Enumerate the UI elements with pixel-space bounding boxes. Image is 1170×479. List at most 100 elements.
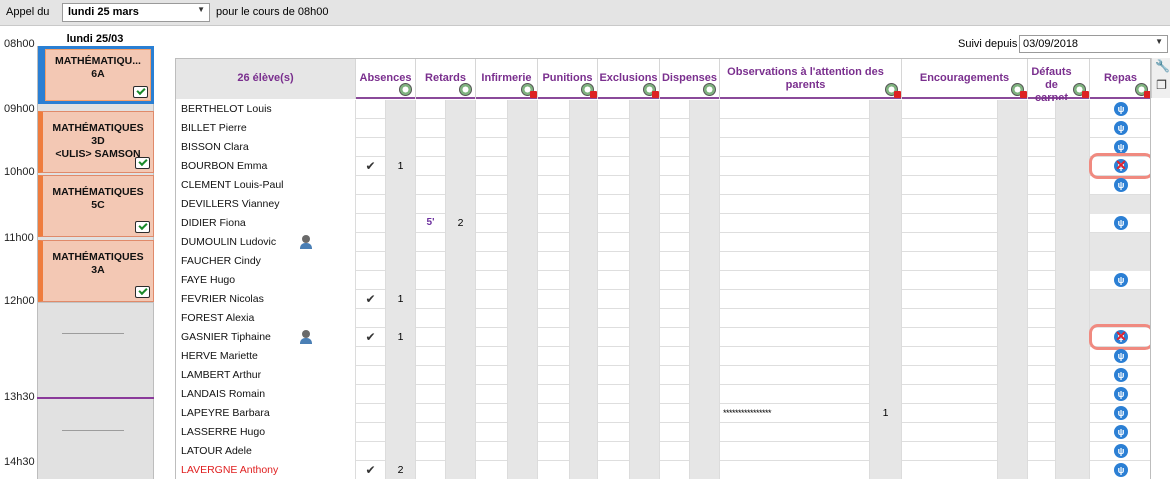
cell-dis1[interactable]	[660, 442, 690, 461]
cell-dis2[interactable]	[690, 271, 720, 290]
cell-obs1[interactable]	[720, 461, 870, 479]
cell-dis2[interactable]	[690, 157, 720, 176]
cell-dis2[interactable]	[690, 442, 720, 461]
course-card[interactable]: MATHÉMATIQU... 6A	[38, 46, 154, 104]
cell-def1[interactable]	[1028, 195, 1056, 214]
cell-ret1[interactable]	[416, 385, 446, 404]
cell-obs1[interactable]	[720, 195, 870, 214]
column-header-dispenses[interactable]: Dispenses	[660, 59, 720, 99]
cell-obs2[interactable]	[870, 138, 902, 157]
cell-def2[interactable]	[1056, 461, 1090, 479]
cell-dis1[interactable]	[660, 347, 690, 366]
cell-dis1[interactable]	[660, 195, 690, 214]
cell-enc2[interactable]	[998, 442, 1028, 461]
student-row[interactable]: LATOUR Adele ψ	[176, 442, 1150, 461]
cell-obs1[interactable]	[720, 442, 870, 461]
cell-abs1[interactable]	[356, 385, 386, 404]
cell-obs2[interactable]	[870, 233, 902, 252]
cell-pun1[interactable]	[538, 366, 570, 385]
cell-inf2[interactable]	[508, 138, 538, 157]
cell-enc1[interactable]	[902, 100, 998, 119]
meal-icon[interactable]: ψ	[1114, 349, 1128, 363]
cell-dis1[interactable]	[660, 385, 690, 404]
cell-def1[interactable]	[1028, 442, 1056, 461]
cell-rep[interactable]	[1090, 252, 1150, 271]
globe-icon[interactable]	[703, 83, 716, 96]
globe-icon[interactable]	[1135, 83, 1150, 98]
cell-abs1[interactable]	[356, 252, 386, 271]
cell-inf1[interactable]	[476, 404, 508, 423]
cell-obs1[interactable]	[720, 385, 870, 404]
cell-inf2[interactable]	[508, 290, 538, 309]
cell-obs2[interactable]	[870, 347, 902, 366]
cell-def2[interactable]	[1056, 100, 1090, 119]
cell-dis1[interactable]	[660, 271, 690, 290]
cell-obs2[interactable]	[870, 195, 902, 214]
cell-enc2[interactable]	[998, 176, 1028, 195]
cell-pun2[interactable]	[570, 271, 598, 290]
student-row[interactable]: FEVRIER Nicolas ✔ 1	[176, 290, 1150, 309]
cell-inf1[interactable]	[476, 290, 508, 309]
cell-inf1[interactable]	[476, 195, 508, 214]
cell-obs2[interactable]	[870, 214, 902, 233]
cell-pun1[interactable]	[538, 252, 570, 271]
cell-abs1[interactable]	[356, 214, 386, 233]
cell-inf2[interactable]	[508, 309, 538, 328]
cell-abs2[interactable]	[386, 347, 416, 366]
meal-icon[interactable]: ψ	[1114, 425, 1128, 439]
cell-pun1[interactable]	[538, 423, 570, 442]
cell-enc2[interactable]	[998, 195, 1028, 214]
cell-exc1[interactable]	[598, 385, 630, 404]
cell-abs2[interactable]	[386, 442, 416, 461]
cell-ret1[interactable]	[416, 100, 446, 119]
cell-inf2[interactable]	[508, 385, 538, 404]
cell-rep[interactable]: ψ	[1090, 119, 1150, 138]
cell-abs1[interactable]: ✔	[356, 328, 386, 347]
cell-abs1[interactable]: ✔	[356, 461, 386, 479]
cell-exc2[interactable]	[630, 290, 660, 309]
cell-dis1[interactable]	[660, 404, 690, 423]
cell-ret1[interactable]	[416, 271, 446, 290]
cell-exc2[interactable]	[630, 423, 660, 442]
cell-def2[interactable]	[1056, 404, 1090, 423]
cell-pun2[interactable]	[570, 214, 598, 233]
cell-obs2[interactable]	[870, 461, 902, 479]
cell-ret2[interactable]	[446, 309, 476, 328]
cell-dis2[interactable]	[690, 138, 720, 157]
student-row[interactable]: BISSON Clara ψ	[176, 138, 1150, 157]
cell-exc2[interactable]	[630, 176, 660, 195]
cell-enc2[interactable]	[998, 138, 1028, 157]
cell-enc2[interactable]	[998, 423, 1028, 442]
cell-abs1[interactable]: ✔	[356, 157, 386, 176]
course-card[interactable]: MATHÉMATIQUES 3A	[38, 240, 154, 302]
globe-icon[interactable]	[643, 83, 659, 98]
cell-exc2[interactable]	[630, 366, 660, 385]
cell-dis2[interactable]	[690, 423, 720, 442]
meal-icon[interactable]: ψ	[1114, 387, 1128, 401]
cell-obs1[interactable]	[720, 328, 870, 347]
cell-enc2[interactable]	[998, 214, 1028, 233]
cell-exc1[interactable]	[598, 328, 630, 347]
cell-def1[interactable]	[1028, 252, 1056, 271]
cell-abs1[interactable]	[356, 119, 386, 138]
cell-def1[interactable]	[1028, 119, 1056, 138]
cell-rep[interactable]: ψ	[1090, 404, 1150, 423]
cell-abs2[interactable]	[386, 271, 416, 290]
cell-def2[interactable]	[1056, 252, 1090, 271]
cell-pun2[interactable]	[570, 366, 598, 385]
cell-pun1[interactable]	[538, 347, 570, 366]
cell-def1[interactable]	[1028, 233, 1056, 252]
cell-abs2[interactable]	[386, 214, 416, 233]
cell-exc1[interactable]	[598, 233, 630, 252]
cell-ret2[interactable]	[446, 195, 476, 214]
cell-dis2[interactable]	[690, 252, 720, 271]
cell-inf2[interactable]	[508, 119, 538, 138]
cell-exc1[interactable]	[598, 100, 630, 119]
cell-abs1[interactable]	[356, 195, 386, 214]
cell-inf2[interactable]	[508, 442, 538, 461]
cell-def2[interactable]	[1056, 423, 1090, 442]
cell-rep[interactable]: ψ	[1090, 100, 1150, 119]
cell-ret2[interactable]	[446, 366, 476, 385]
cell-inf2[interactable]	[508, 404, 538, 423]
cell-enc1[interactable]	[902, 252, 998, 271]
